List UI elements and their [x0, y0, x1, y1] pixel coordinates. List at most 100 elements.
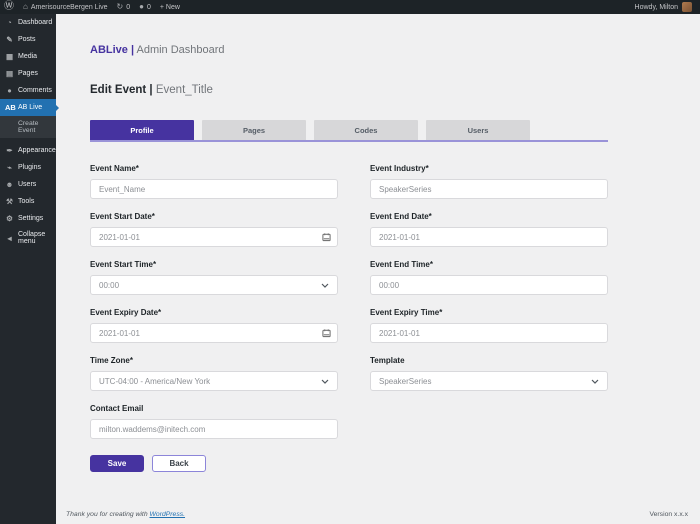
event-industry-label: Event Industry*	[370, 164, 429, 173]
dashboard-icon: ◔	[7, 18, 12, 27]
event-industry-input[interactable]	[370, 179, 608, 199]
sidebar-item-dashboard[interactable]: ◔ Dashboard	[0, 14, 56, 31]
pages-icon: ▤	[5, 69, 14, 78]
collapse-menu-icon: ◄	[5, 233, 14, 243]
brand-name: ABLive |	[90, 44, 135, 56]
comment-bubble-icon: ●	[139, 2, 144, 11]
plugins-icon: ⌁	[7, 163, 12, 172]
tab-profile[interactable]: Profile	[90, 120, 194, 140]
time-zone-label: Time Zone*	[90, 356, 133, 365]
sidebar-item-label: Plugins	[18, 164, 41, 171]
sidebar-item-label: Collapse menu	[18, 231, 46, 245]
updates-icon: ↻	[116, 2, 124, 11]
field-time-zone: Time Zone* UTC-04:00 - America/New York	[90, 356, 338, 391]
updates-menu[interactable]: ↻ 0	[117, 3, 131, 11]
sidebar-item-posts[interactable]: ✎ Posts	[0, 31, 56, 48]
tab-codes[interactable]: Codes	[314, 120, 418, 140]
sidebar-item-label: Posts	[18, 36, 36, 43]
new-content-menu[interactable]: + New	[160, 4, 180, 11]
field-event-expiry-time: Event Expiry Time*	[370, 308, 608, 343]
site-name-label: AmerisourceBergen Live	[30, 3, 108, 11]
sidebar-item-label: Pages	[18, 70, 38, 77]
admin-footer: Thank you for creating with WordPress. V…	[56, 505, 700, 524]
sidebar-item-appearance[interactable]: ✒ Appearance	[0, 142, 56, 159]
tab-bar: Profile Pages Codes Users	[90, 120, 608, 142]
template-select[interactable]: SpeakerSeries	[370, 371, 608, 391]
sidebar-item-label: Settings	[18, 215, 44, 222]
sidebar-item-settings[interactable]: ⚙ Settings	[0, 210, 56, 227]
avatar	[682, 2, 692, 12]
field-event-end-time: Event End Time*	[370, 260, 608, 295]
event-profile-form: Event Name* Event Industry* Event Start …	[90, 164, 608, 439]
sidebar-item-users[interactable]: ☻ Users	[0, 176, 56, 193]
account-menu[interactable]: Howdy, Milton	[635, 2, 692, 12]
sidebar-item-label: Tools	[18, 198, 35, 205]
field-event-start-date: Event Start Date*	[90, 212, 338, 247]
calendar-icon[interactable]	[322, 233, 331, 242]
event-name-input[interactable]	[90, 179, 338, 199]
time-zone-value: UTC-04:00 - America/New York	[99, 376, 211, 386]
sidebar-item-collapse-menu[interactable]: ◄ Collapse menu	[0, 227, 56, 249]
admin-top-bar: Ⓦ ⌂ AmerisourceBergen Live ↻ 0 ● 0 + New…	[0, 0, 700, 14]
field-event-expiry-date: Event Expiry Date*	[90, 308, 338, 343]
sidebar-item-ab-live[interactable]: AB AB Live	[0, 99, 56, 116]
field-event-name: Event Name*	[90, 164, 338, 199]
event-expiry-date-input[interactable]	[90, 323, 338, 343]
event-expiry-time-label: Event Expiry Time*	[370, 308, 443, 317]
page-title-main: Edit Event |	[90, 84, 153, 96]
event-start-time-select[interactable]: 00:00	[90, 275, 338, 295]
event-end-time-input[interactable]	[370, 275, 608, 295]
comments-count: 0	[146, 3, 151, 11]
sidebar-item-label: Appearance	[18, 147, 56, 154]
back-button[interactable]: Back	[152, 455, 206, 472]
ab-live-icon: AB	[5, 103, 16, 112]
tab-users[interactable]: Users	[426, 120, 530, 140]
page-title-sub: Event_Title	[152, 84, 213, 96]
event-end-date-label: Event End Date*	[370, 212, 432, 221]
users-icon: ☻	[5, 180, 14, 189]
sidebar-item-comments[interactable]: ● Comments	[0, 82, 56, 99]
wordpress-link[interactable]: WordPress.	[150, 511, 186, 518]
main-content: ABLive | Admin Dashboard Edit Event | Ev…	[56, 14, 700, 524]
site-name-menu[interactable]: ⌂ AmerisourceBergen Live	[23, 3, 108, 11]
event-start-date-label: Event Start Date*	[90, 212, 155, 221]
field-event-industry: Event Industry*	[370, 164, 608, 199]
sidebar-item-label: Users	[18, 181, 37, 188]
sidebar-item-pages[interactable]: ▤ Pages	[0, 65, 56, 82]
event-expiry-time-input[interactable]	[370, 323, 608, 343]
chevron-down-icon	[591, 377, 599, 386]
sidebar-subitem-create-event[interactable]: Create Event	[0, 116, 56, 138]
home-icon: ⌂	[23, 2, 28, 11]
contact-email-label: Contact Email	[90, 404, 144, 413]
sidebar-item-label: Media	[18, 53, 38, 60]
wp-logo[interactable]: Ⓦ	[4, 2, 14, 12]
settings-icon: ⚙	[6, 214, 13, 223]
brand-suffix: Admin Dashboard	[134, 44, 225, 56]
wordpress-icon: Ⓦ	[4, 1, 14, 12]
tools-icon: ⚒	[6, 197, 13, 206]
save-button[interactable]: Save	[90, 455, 144, 472]
event-end-time-label: Event End Time*	[370, 260, 433, 269]
field-event-end-date: Event End Date*	[370, 212, 608, 247]
time-zone-select[interactable]: UTC-04:00 - America/New York	[90, 371, 338, 391]
sidebar-item-plugins[interactable]: ⌁ Plugins	[0, 159, 56, 176]
media-icon: ▦	[5, 52, 14, 61]
form-actions: Save Back	[90, 455, 608, 472]
calendar-icon[interactable]	[322, 329, 331, 338]
sidebar-item-label: Dashboard	[18, 19, 53, 26]
contact-email-input[interactable]	[90, 419, 338, 439]
plugin-brand-header: ABLive | Admin Dashboard	[90, 44, 608, 56]
event-expiry-date-label: Event Expiry Date*	[90, 308, 162, 317]
tab-pages[interactable]: Pages	[202, 120, 306, 140]
event-start-date-input[interactable]	[90, 227, 338, 247]
sidebar-item-label: AB Live	[18, 104, 43, 111]
footer-version: Version x.x.x	[649, 511, 688, 518]
event-start-time-value: 00:00	[99, 280, 120, 290]
sidebar-item-tools[interactable]: ⚒ Tools	[0, 193, 56, 210]
sidebar-item-media[interactable]: ▦ Media	[0, 48, 56, 65]
comments-icon: ●	[7, 86, 12, 95]
field-contact-email: Contact Email	[90, 404, 338, 439]
comments-menu[interactable]: ● 0	[139, 3, 151, 11]
howdy-label: Howdy, Milton	[634, 3, 678, 11]
event-end-date-input[interactable]	[370, 227, 608, 247]
